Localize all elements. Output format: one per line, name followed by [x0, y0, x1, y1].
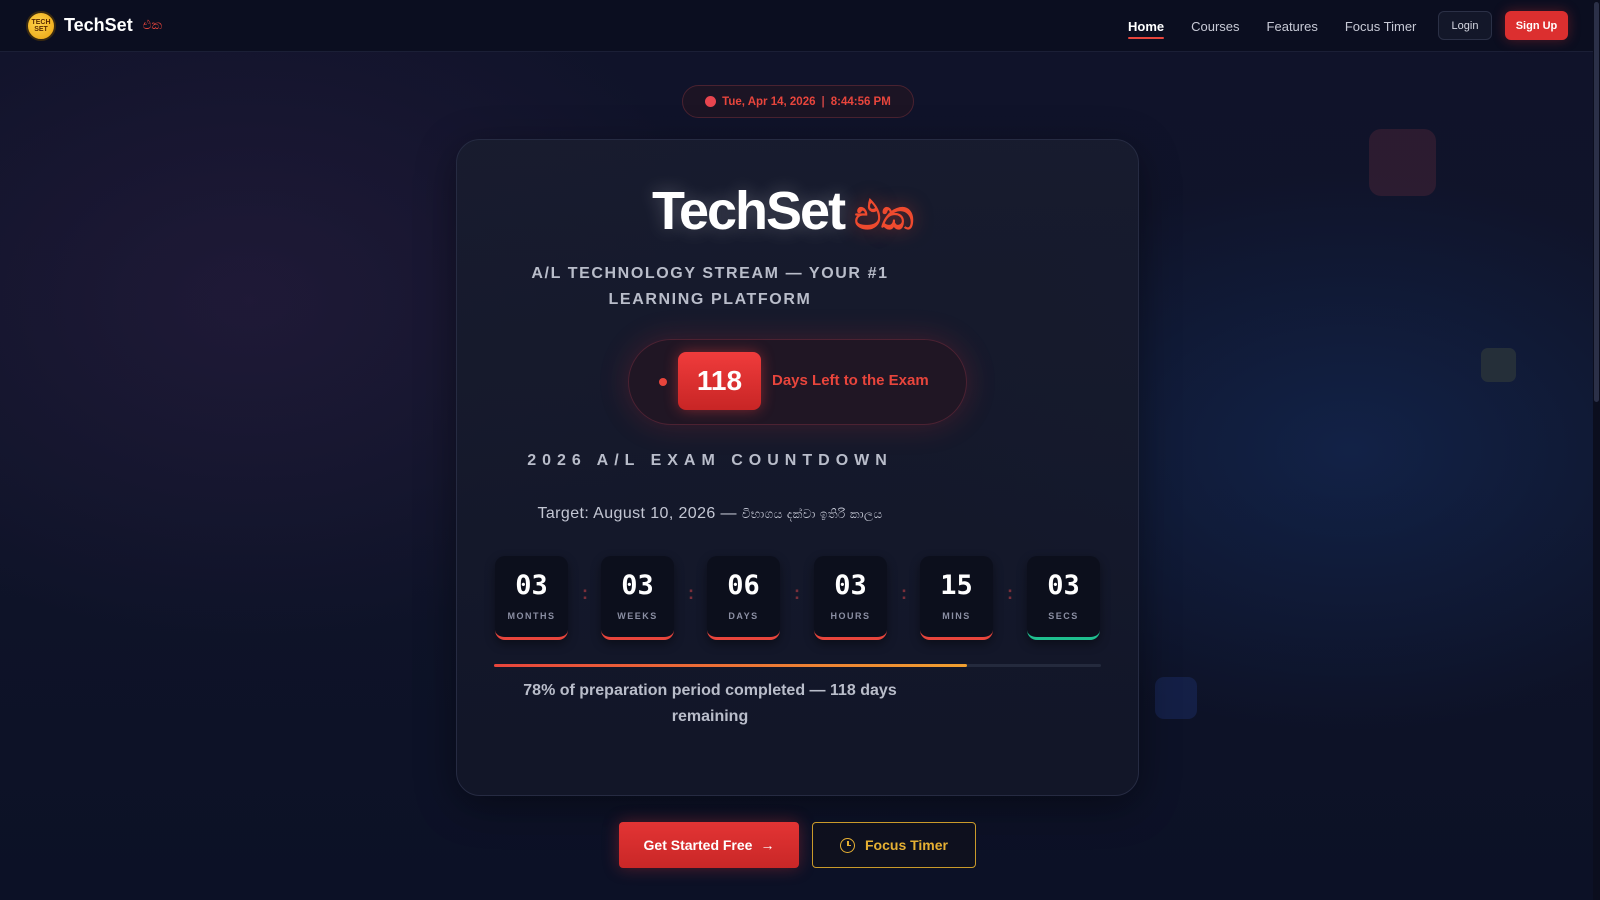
nav-link-features[interactable]: Features [1267, 0, 1318, 52]
get-started-label: Get Started Free [643, 837, 753, 853]
countdown-label: HOURS [830, 611, 871, 621]
hero-title-text: TechSet [652, 181, 846, 241]
countdown-value: 03 [515, 570, 548, 601]
countdown-colon: : [1007, 583, 1013, 603]
live-datetime-badge: Tue, Apr 14, 2026 | 8:44:56 PM [682, 85, 914, 118]
progress-text: 78% of preparation period completed — 11… [523, 682, 897, 725]
current-date: Tue, Apr 14, 2026 [722, 95, 816, 108]
hero-title: TechSet එක [652, 180, 914, 250]
preparation-progress-bar [494, 664, 1101, 667]
arrow-right-icon: → [760, 837, 775, 853]
live-dot-icon [705, 96, 717, 107]
countdown-weeks: 03 WEEKS [601, 556, 674, 640]
countdown-label: MONTHS [507, 611, 556, 621]
countdown-colon: : [901, 583, 907, 603]
countdown-colon: : [582, 583, 588, 603]
current-time: 8:44:56 PM [830, 95, 891, 108]
brand-logo-link[interactable]: TECH SET TechSet එක [26, 10, 163, 41]
days-left-number: 118 [678, 352, 761, 410]
focus-timer-label: Focus Timer [865, 837, 948, 853]
decorative-square [1481, 348, 1516, 382]
countdown-label: SECS [1048, 611, 1079, 621]
countdown-value: 06 [727, 570, 760, 601]
countdown-label: WEEKS [617, 611, 658, 621]
signup-button[interactable]: Sign Up [1505, 11, 1568, 40]
get-started-button[interactable]: Get Started Free → [619, 822, 799, 868]
focus-timer-button[interactable]: Focus Timer [812, 822, 976, 868]
target-date-sinhala: විභාගය දක්වා ඉතිරි කාලය [741, 507, 883, 521]
countdown-secs: 03 SECS [1027, 556, 1100, 640]
countdown-value: 03 [834, 570, 867, 601]
pulse-dot-icon [659, 378, 667, 386]
countdown-value: 03 [1047, 570, 1080, 601]
nav-link-courses[interactable]: Courses [1191, 0, 1239, 52]
countdown-hours: 03 HOURS [814, 556, 887, 640]
brand-name: TechSet [64, 15, 133, 35]
decorative-square [1155, 677, 1197, 719]
nav-link-focus-timer[interactable]: Focus Timer [1345, 0, 1417, 52]
nav-link-home[interactable]: Home [1128, 0, 1165, 52]
top-navbar: TECH SET TechSet එක Home Courses Features… [0, 0, 1600, 52]
countdown-label: MINS [942, 611, 971, 621]
login-button[interactable]: Login [1438, 11, 1492, 40]
logo-badge-icon: TECH SET [26, 10, 56, 41]
page-scrollbar[interactable] [1593, 0, 1600, 900]
countdown-colon: : [794, 583, 800, 603]
datetime-separator: | [821, 95, 825, 108]
countdown-title: 2026 A/L EXAM COUNTDOWN [527, 452, 893, 469]
countdown-value: 03 [621, 570, 654, 601]
countdown-value: 15 [940, 570, 973, 601]
progress-fill [494, 664, 968, 667]
countdown-months: 03 MONTHS [495, 556, 568, 640]
brand-sinhala: එක [142, 18, 163, 33]
hero-subtitle: A/L TECHNOLOGY STREAM — YOUR #1 LEARNING… [531, 265, 889, 308]
scrollbar-thumb[interactable] [1594, 2, 1599, 402]
countdown-days: 06 DAYS [707, 556, 780, 640]
exam-target-date: Target: August 10, 2026 — විභාගය දක්වා ඉ… [460, 505, 960, 523]
countdown-colon: : [688, 583, 694, 603]
countdown-label: DAYS [728, 611, 759, 621]
nav-links: Home Courses Features Focus Timer [1128, 0, 1443, 52]
countdown-mins: 15 MINS [920, 556, 993, 640]
decorative-square [1369, 129, 1436, 196]
target-date-text: Target: August 10, 2026 — [537, 505, 737, 522]
hero-title-sinhala: එක [854, 193, 914, 239]
clock-icon [840, 837, 855, 853]
days-left-label: Days Left to the Exam [772, 372, 929, 389]
